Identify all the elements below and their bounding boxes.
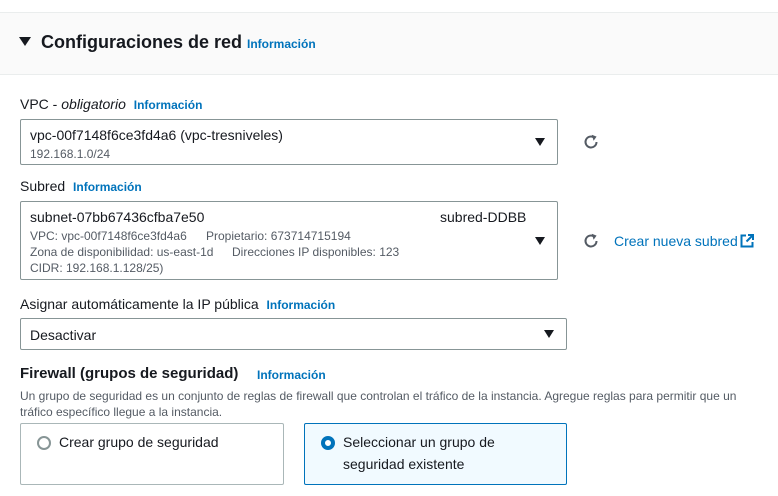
section-title[interactable]: Configuraciones de red <box>41 32 242 53</box>
vpc-label: VPC - obligatorio Información <box>20 96 202 112</box>
vpc-info-link[interactable]: Información <box>134 98 203 112</box>
public-ip-select-value: Desactivar <box>30 327 97 343</box>
chevron-down-icon <box>544 330 554 338</box>
vpc-label-text: VPC <box>20 96 49 112</box>
external-link-icon[interactable] <box>740 234 754 248</box>
radio-create-security-group[interactable]: Crear grupo de seguridad <box>20 423 284 485</box>
vpc-label-sep: - <box>48 96 62 112</box>
subnet-label: Subred Información <box>20 178 142 194</box>
subnet-ips-line: Direcciones IP disponibles: 123 <box>232 245 400 259</box>
subnet-select[interactable]: subnet-07bb67436cfba7e50 subred-DDBB VPC… <box>20 201 558 280</box>
public-ip-label: Asignar automáticamente la IP pública In… <box>20 296 335 312</box>
chevron-down-icon <box>535 237 545 245</box>
radio-create-label: Crear grupo de seguridad <box>59 434 219 450</box>
radio-icon[interactable] <box>321 436 335 450</box>
subnet-label-text: Subred <box>20 178 66 194</box>
subnet-vpc-line: VPC: vpc-00f7148f6ce3fd4a6 <box>30 229 187 243</box>
subnet-owner-line: Propietario: 673714715194 <box>206 229 351 243</box>
public-ip-label-text: Asignar automáticamente la IP pública <box>20 296 259 312</box>
subnet-info-link[interactable]: Información <box>73 180 142 194</box>
subnet-cidr-line: CIDR: 192.168.1.128/25) <box>30 261 164 275</box>
public-ip-info-link[interactable]: Información <box>267 298 336 312</box>
refresh-icon[interactable] <box>582 133 600 151</box>
radio-icon[interactable] <box>37 436 51 450</box>
subnet-az-line: Zona de disponibilidad: us-east-1d <box>30 245 214 259</box>
radio-select-existing-group[interactable]: Seleccionar un grupo de seguridad existe… <box>304 423 567 485</box>
vpc-select[interactable]: vpc-00f7148f6ce3fd4a6 (vpc-tresniveles) … <box>20 119 558 165</box>
subnet-name-tag: subred-DDBB <box>440 209 527 225</box>
subnet-select-value: subnet-07bb67436cfba7e50 <box>30 209 205 225</box>
collapse-caret-icon[interactable] <box>19 37 31 46</box>
chevron-down-icon <box>535 138 545 146</box>
vpc-required-text: obligatorio <box>61 96 126 112</box>
firewall-info-link[interactable]: Información <box>257 368 326 382</box>
vpc-select-value: vpc-00f7148f6ce3fd4a6 (vpc-tresniveles) <box>30 127 283 143</box>
vpc-cidr: 192.168.1.0/24 <box>30 147 111 161</box>
create-subnet-link[interactable]: Crear nueva subred <box>614 233 738 249</box>
public-ip-select[interactable]: Desactivar <box>20 318 567 350</box>
refresh-icon[interactable] <box>582 232 600 250</box>
firewall-title: Firewall (grupos de seguridad) <box>20 365 239 382</box>
section-info-link[interactable]: Información <box>247 37 316 51</box>
radio-existing-label: Seleccionar un grupo de seguridad existe… <box>343 434 495 472</box>
firewall-description: Un grupo de seguridad es un conjunto de … <box>20 389 737 419</box>
